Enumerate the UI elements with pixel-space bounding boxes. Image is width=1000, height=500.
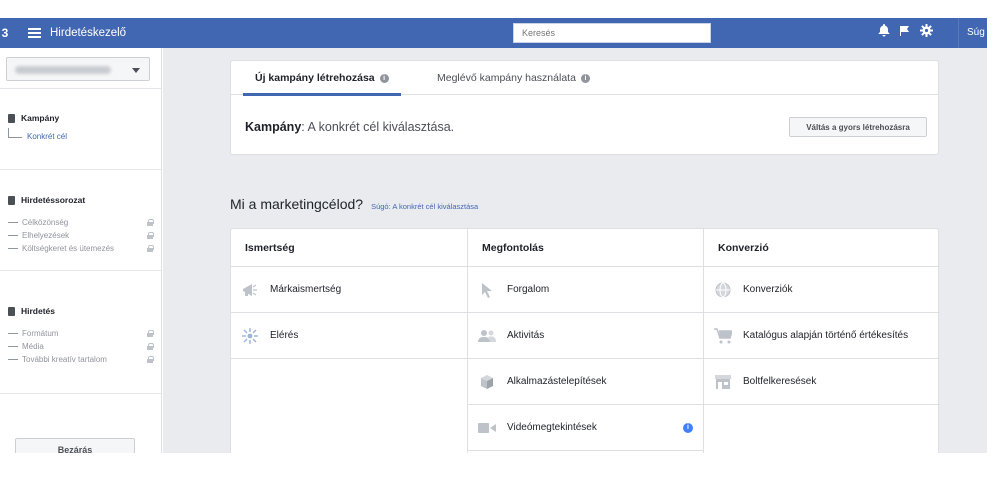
sidebar-item-label: Konkrét cél <box>27 132 68 141</box>
objective-option[interactable]: Márkaismertség <box>231 267 467 313</box>
help-link[interactable]: Súg <box>958 18 985 48</box>
column-title: Konverzió <box>704 229 940 267</box>
tab-label: Új kampány létrehozása <box>255 72 375 84</box>
sidebar-item-label: További kreatív tartalom <box>22 355 107 364</box>
campaign-summary: Kampány: A konkrét cél kiválasztása. <box>245 120 454 134</box>
goal-question: Mi a marketingcélod? <box>230 196 364 212</box>
sidebar-divider <box>0 393 161 394</box>
objective-option[interactable]: Boltfelkeresések <box>704 359 940 405</box>
sidebar-section-ad[interactable]: Hirdetés <box>8 306 55 316</box>
sidebar-item-media[interactable]: Média <box>8 342 154 351</box>
search-input[interactable] <box>513 23 711 43</box>
objective-column-conversion: Konverzió Konverziók Katalógus alapján t… <box>703 229 940 453</box>
tree-connector <box>8 128 22 138</box>
info-icon[interactable]: i <box>683 423 693 433</box>
chevron-down-icon <box>132 68 140 73</box>
adset-icon <box>8 195 15 205</box>
sidebar-item-label: Formátum <box>22 329 59 338</box>
option-label: Boltfelkeresések <box>743 376 817 387</box>
sidebar-item-creative[interactable]: További kreatív tartalom <box>8 355 154 364</box>
tab-label: Meglévő kampány használata <box>437 72 576 84</box>
megaphone-icon <box>241 281 259 299</box>
gear-icon[interactable] <box>920 24 933 37</box>
lock-icon <box>147 219 154 226</box>
lock-icon <box>147 330 154 337</box>
sidebar-section-adset[interactable]: Hirdetéssorozat <box>8 195 85 205</box>
objective-option[interactable]: Aktivitás <box>468 313 703 359</box>
account-selector[interactable] <box>6 57 150 81</box>
sidebar-divider <box>0 88 161 89</box>
info-icon[interactable]: i <box>379 73 389 83</box>
sidebar-section-campaign[interactable]: Kampány <box>8 113 59 123</box>
switch-quick-creation-button[interactable]: Váltás a gyors létrehozásra <box>789 117 927 137</box>
main-content: Új kampány létrehozása i Meglévő kampány… <box>163 48 987 453</box>
sidebar-section-label: Kampány <box>21 113 60 123</box>
objective-column-consideration: Megfontolás Forgalom Aktivitás Alkalmazá… <box>467 229 703 453</box>
account-name-blurred <box>15 66 111 74</box>
reach-icon <box>241 327 259 345</box>
campaign-icon <box>8 113 15 123</box>
column-title: Ismertség <box>231 229 467 267</box>
ad-icon <box>8 306 15 316</box>
app-switcher-edge[interactable]: 3 <box>0 18 10 48</box>
info-icon[interactable]: i <box>580 73 590 83</box>
close-button[interactable]: Bezárás <box>15 438 135 453</box>
option-label: Elérés <box>270 330 299 341</box>
lock-icon <box>147 232 154 239</box>
goal-heading: Mi a marketingcélod? Súgó: A konkrét cél… <box>230 196 478 212</box>
option-label: Aktivitás <box>507 330 545 341</box>
campaign-tabs: Új kampány létrehozása i Meglévő kampány… <box>231 61 938 96</box>
objective-option[interactable]: Alkalmazástelepítések <box>468 359 703 405</box>
lock-icon <box>147 356 154 363</box>
lock-icon <box>147 245 154 252</box>
sidebar-item-objective[interactable]: Konkrét cél <box>8 128 67 141</box>
lock-icon <box>147 343 154 350</box>
sidebar-section-label: Hirdetéssorozat <box>21 195 86 205</box>
campaign-text: : A konkrét cél kiválasztása. <box>301 120 455 134</box>
tab-existing-campaign[interactable]: Meglévő kampány használata i <box>437 61 590 95</box>
option-label: Videómegtekintések <box>507 422 597 433</box>
store-icon <box>714 373 732 391</box>
globe-icon <box>714 281 732 299</box>
cart-icon <box>714 327 732 345</box>
option-label: Konverziók <box>743 284 793 295</box>
option-label: Márkaismertség <box>270 284 342 295</box>
objective-option[interactable]: Katalógus alapján történő értékesítés <box>704 313 940 359</box>
sidebar-section-label: Hirdetés <box>21 306 56 316</box>
campaign-label: Kampány <box>245 120 302 134</box>
sidebar-item-label: Költségkeret és ütemezés <box>22 244 115 253</box>
objective-column-awareness: Ismertség Márkaismertség Elérés <box>231 229 467 453</box>
bell-icon[interactable] <box>878 24 890 37</box>
objective-option[interactable]: Elérés <box>231 313 467 359</box>
tab-new-campaign[interactable]: Új kampány létrehozása i <box>243 61 401 96</box>
objective-option[interactable]: Forgalom <box>468 267 703 313</box>
sidebar-item-budget-schedule[interactable]: Költségkeret és ütemezés <box>8 244 154 253</box>
top-navigation-bar: 3 Hirdetéskezelő Súg <box>0 18 987 48</box>
option-label: Forgalom <box>507 284 550 295</box>
sidebar: Kampány Konkrét cél Hirdetéssorozat Célk… <box>0 48 162 453</box>
flag-icon[interactable] <box>899 25 911 37</box>
hamburger-menu-icon[interactable] <box>28 28 41 38</box>
people-icon <box>478 327 496 345</box>
objective-grid: Ismertség Márkaismertség Elérés Megfonto… <box>230 228 940 453</box>
sidebar-item-label: Célközönség <box>22 218 69 227</box>
video-icon <box>478 419 496 437</box>
cursor-icon <box>478 281 496 299</box>
campaign-card: Új kampány létrehozása i Meglévő kampány… <box>230 60 939 155</box>
option-label: Katalógus alapján történő értékesítés <box>743 330 909 341</box>
column-title: Megfontolás <box>468 229 703 267</box>
cube-icon <box>478 373 496 391</box>
sidebar-item-label: Média <box>22 342 44 351</box>
sidebar-item-format[interactable]: Formátum <box>8 329 154 338</box>
sidebar-item-placements[interactable]: Elhelyezések <box>8 231 154 240</box>
sidebar-item-label: Elhelyezések <box>22 231 70 240</box>
objective-option[interactable]: Konverziók <box>704 267 940 313</box>
goal-help-link[interactable]: Súgó: A konkrét cél kiválasztása <box>371 202 478 211</box>
sidebar-divider <box>0 169 161 170</box>
app-title[interactable]: Hirdetéskezelő <box>50 27 126 39</box>
sidebar-item-audience[interactable]: Célközönség <box>8 218 154 227</box>
option-label: Alkalmazástelepítések <box>507 376 607 387</box>
objective-option[interactable]: Videómegtekintések i <box>468 405 703 451</box>
sidebar-divider <box>0 270 161 271</box>
